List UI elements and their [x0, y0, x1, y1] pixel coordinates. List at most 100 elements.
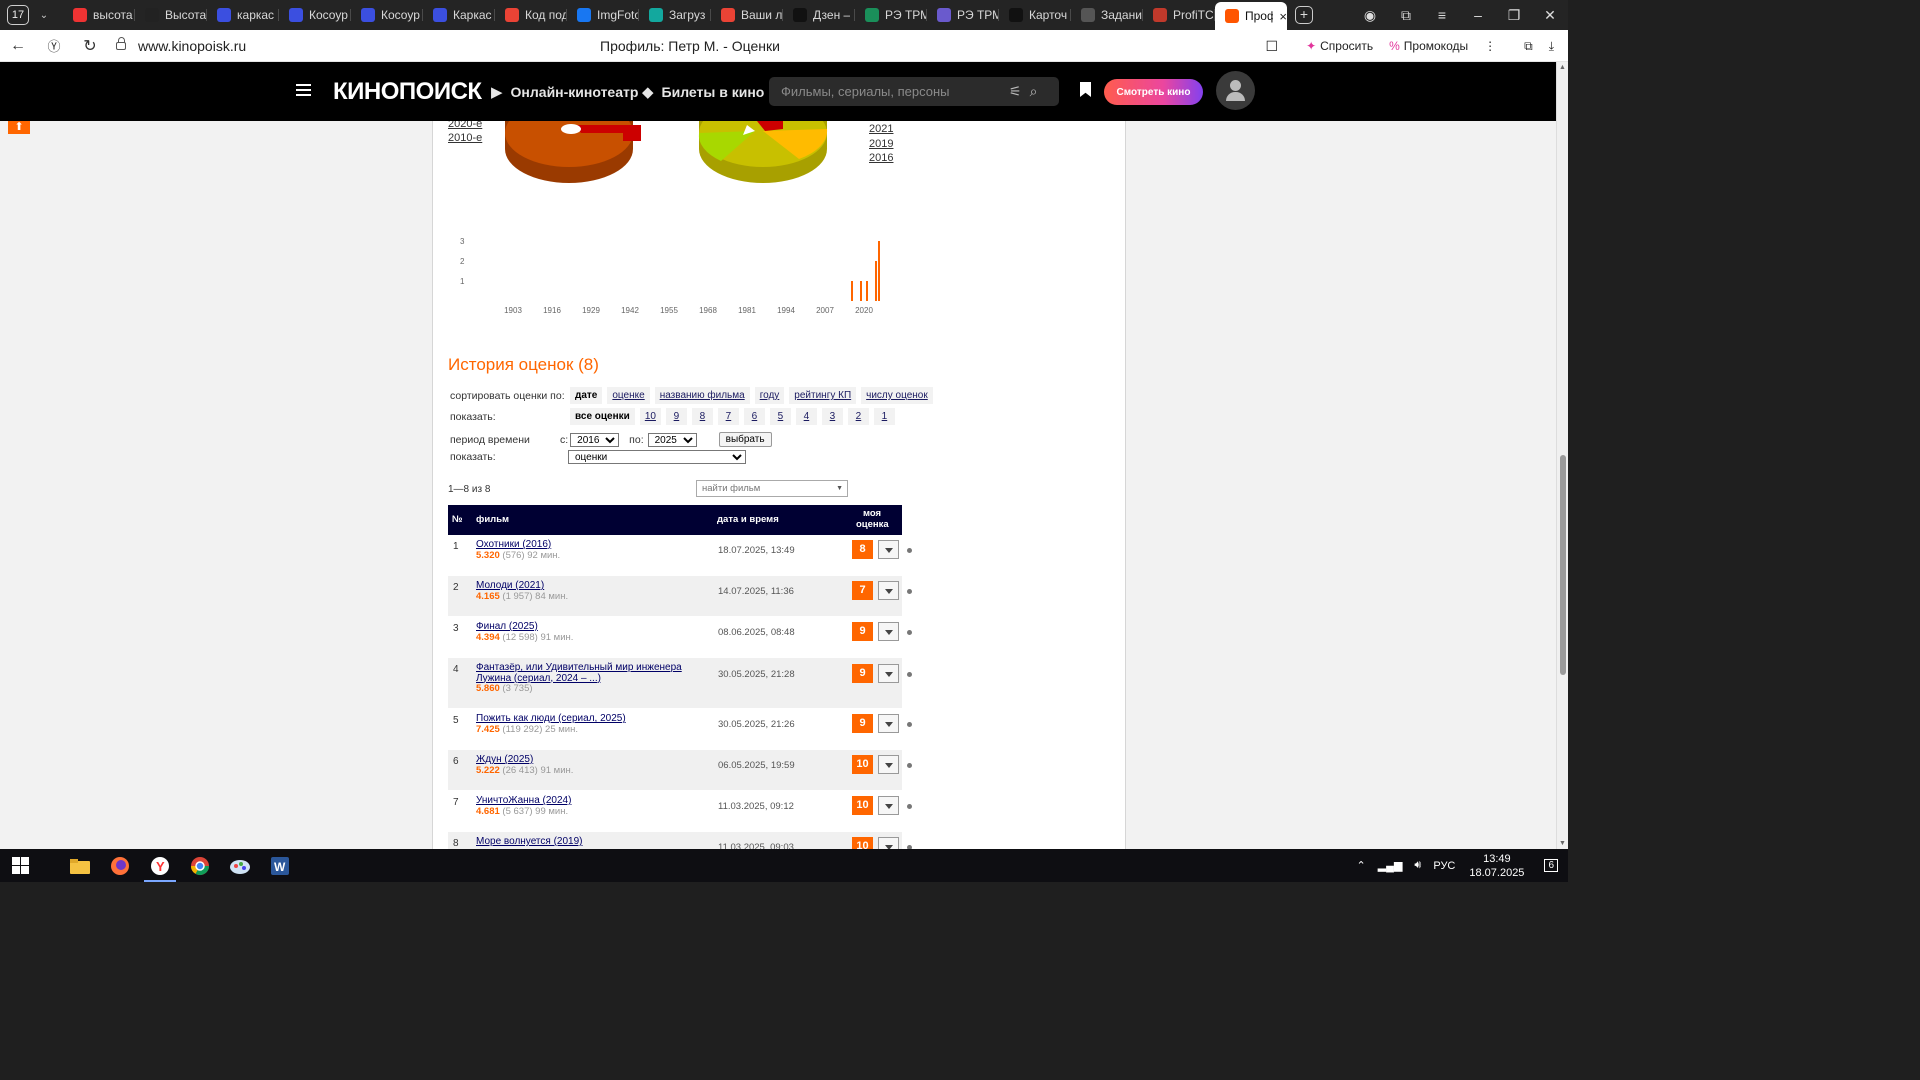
vote-dropdown[interactable]: [878, 796, 899, 815]
year-link[interactable]: 2019: [869, 137, 893, 152]
filter-icon[interactable]: ⚟: [1009, 83, 1022, 100]
browser-tab[interactable]: высота: [63, 2, 135, 28]
tray-chevron-icon[interactable]: ⌃: [1356, 859, 1365, 872]
show-option[interactable]: 2: [847, 408, 869, 425]
row-dot-icon[interactable]: [907, 630, 912, 635]
decade-link[interactable]: 2010-е: [448, 131, 482, 145]
show-option[interactable]: 9: [665, 408, 687, 425]
row-dot-icon[interactable]: [907, 804, 912, 809]
choose-button[interactable]: выбрать: [718, 432, 772, 447]
burger-menu-icon[interactable]: [296, 84, 311, 96]
bookmark-page-icon[interactable]: ☐: [1266, 38, 1279, 55]
vote-dropdown[interactable]: [878, 581, 899, 600]
close-tab-icon[interactable]: ×: [1279, 9, 1287, 24]
promo-button[interactable]: % Промокоды: [1389, 39, 1468, 53]
word-taskbar-icon[interactable]: W: [260, 849, 300, 882]
browser-tab[interactable]: РЭ ТРМ: [855, 2, 927, 28]
show-type-select[interactable]: оценки: [568, 450, 746, 464]
from-year-select[interactable]: 2016: [570, 432, 620, 447]
row-dot-icon[interactable]: [907, 589, 912, 594]
collections-icon[interactable]: ⧉: [1388, 7, 1424, 24]
show-option[interactable]: 8: [691, 408, 713, 425]
minimize-button[interactable]: –: [1460, 7, 1496, 23]
show-option[interactable]: 1: [873, 408, 895, 425]
scroll-up-button[interactable]: ⬆: [8, 121, 30, 134]
yandex-browser-taskbar-icon[interactable]: Y: [140, 849, 180, 882]
scroll-up-arrow-icon[interactable]: ▲: [1559, 64, 1566, 71]
film-link[interactable]: Фантазёр, или Удивительный мир инженера …: [476, 662, 682, 684]
browser-tab[interactable]: Ваши л: [711, 2, 783, 28]
tabs-dropdown-icon[interactable]: ⌄: [33, 10, 55, 21]
clock[interactable]: 13:49 18.07.2025: [1469, 852, 1524, 880]
sort-option[interactable]: рейтингу КП: [789, 387, 857, 404]
menu-icon[interactable]: ≡: [1424, 7, 1460, 23]
bookmark-icon[interactable]: [1080, 82, 1091, 97]
film-link[interactable]: Молоди (2021): [476, 580, 544, 591]
paint-taskbar-icon[interactable]: [220, 849, 260, 882]
firefox-taskbar-icon[interactable]: [100, 849, 140, 882]
show-option[interactable]: 3: [821, 408, 843, 425]
year-link[interactable]: 2016: [869, 151, 893, 166]
scrollbar-thumb[interactable]: [1560, 455, 1566, 675]
reload-button[interactable]: ↻: [72, 36, 108, 56]
maximize-button[interactable]: ❐: [1496, 7, 1532, 24]
row-dot-icon[interactable]: [907, 763, 912, 768]
search-icon[interactable]: ⌕: [1030, 83, 1038, 100]
sort-option[interactable]: дате: [570, 387, 603, 404]
tab-counter[interactable]: 17: [7, 5, 29, 25]
browser-tab[interactable]: Каркас: [423, 2, 495, 28]
nav-tickets[interactable]: ◆ Билеты в кино: [642, 83, 764, 101]
browser-tab[interactable]: Проф ×: [1215, 2, 1287, 30]
row-dot-icon[interactable]: [907, 722, 912, 727]
film-link[interactable]: УничтоЖанна (2024): [476, 795, 571, 806]
decade-link[interactable]: 2020-е: [448, 121, 482, 131]
browser-tab[interactable]: Дзен –: [783, 2, 855, 28]
start-button[interactable]: [0, 849, 40, 882]
browser-tab[interactable]: Косоур: [351, 2, 423, 28]
scroll-down-arrow-icon[interactable]: ▼: [1559, 840, 1566, 847]
page-scrollbar[interactable]: ▲ ▼: [1556, 62, 1568, 849]
back-button[interactable]: ←: [0, 37, 36, 55]
search-input[interactable]: [781, 84, 1001, 99]
network-icon[interactable]: ▂▄▆: [1378, 859, 1403, 872]
year-link[interactable]: 2021: [869, 122, 893, 137]
film-link[interactable]: Пожить как люди (сериал, 2025): [476, 713, 626, 724]
language-indicator[interactable]: РУС: [1433, 860, 1455, 872]
browser-tab[interactable]: РЭ ТРМ: [927, 2, 999, 28]
show-option[interactable]: 4: [795, 408, 817, 425]
browser-tab[interactable]: Высота: [135, 2, 207, 28]
show-option[interactable]: 7: [717, 408, 739, 425]
browser-tab[interactable]: Задани: [1071, 2, 1143, 28]
vote-dropdown[interactable]: [878, 714, 899, 733]
volume-icon[interactable]: 🔊︎: [1414, 859, 1421, 872]
site-logo[interactable]: КИНОПОИСК: [333, 78, 482, 106]
film-link[interactable]: Ждун (2025): [476, 754, 533, 765]
sort-option[interactable]: числу оценок: [861, 387, 933, 404]
row-dot-icon[interactable]: [907, 548, 912, 553]
sort-option[interactable]: году: [754, 387, 785, 404]
film-link[interactable]: Финал (2025): [476, 621, 538, 632]
vote-dropdown[interactable]: [878, 837, 899, 849]
browser-tab[interactable]: Загруз: [639, 2, 711, 28]
browser-tab[interactable]: ProfiTC: [1143, 2, 1215, 28]
show-option[interactable]: все оценки: [570, 408, 635, 425]
yandex-icon[interactable]: Ⓨ: [36, 36, 72, 55]
downloads-icon[interactable]: ⧉: [1524, 39, 1533, 54]
browser-tab[interactable]: Косоур: [279, 2, 351, 28]
vote-dropdown[interactable]: [878, 664, 899, 683]
film-link[interactable]: Море волнуется (2019): [476, 836, 583, 847]
nav-online-cinema[interactable]: ▶ Онлайн-кинотеатр: [491, 83, 638, 101]
show-option[interactable]: 10: [639, 408, 661, 425]
browser-tab[interactable]: ImgFoto: [567, 2, 639, 28]
close-window-button[interactable]: ✕: [1532, 7, 1568, 24]
sort-option[interactable]: названию фильма: [654, 387, 750, 404]
new-tab-button[interactable]: +: [1295, 6, 1313, 24]
chrome-taskbar-icon[interactable]: [180, 849, 220, 882]
show-option[interactable]: 5: [769, 408, 791, 425]
avatar[interactable]: [1216, 71, 1255, 110]
film-link[interactable]: Охотники (2016): [476, 539, 551, 550]
vote-dropdown[interactable]: [878, 755, 899, 774]
browser-tab[interactable]: каркас: [207, 2, 279, 28]
find-film-select[interactable]: найти фильм: [696, 480, 848, 497]
profile-icon[interactable]: ◉: [1352, 7, 1388, 24]
